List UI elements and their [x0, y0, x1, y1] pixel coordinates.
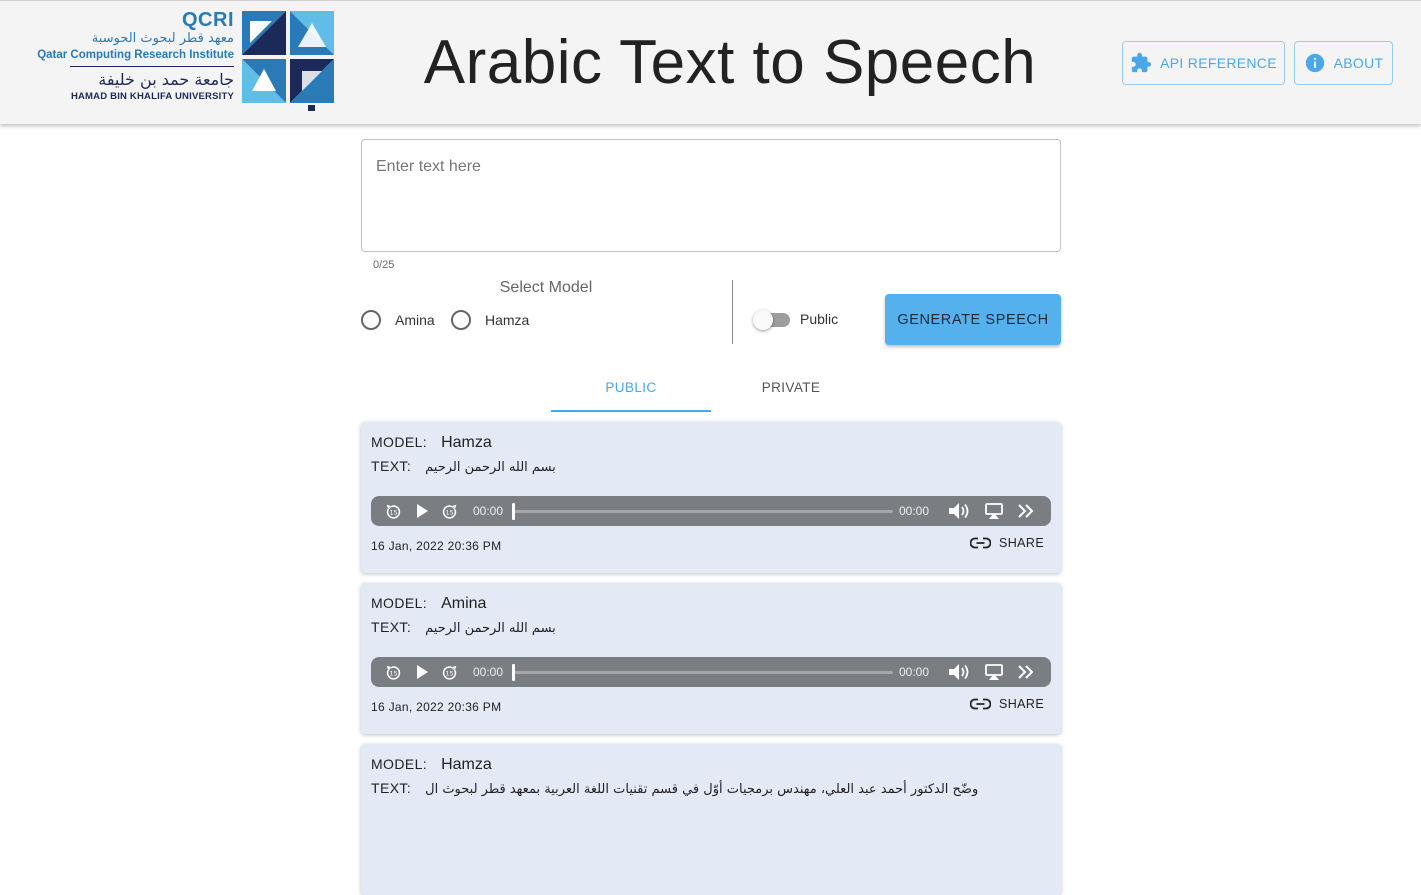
page-title: Arabic Text to Speech [423, 28, 1037, 97]
text-key: TEXT: [371, 458, 412, 474]
select-model-label: Select Model [499, 279, 593, 296]
logo-arabic-university: جامعة حمد بن خليفة [98, 70, 234, 89]
share-label: SHARE [999, 536, 1045, 550]
svg-text:15: 15 [445, 508, 453, 516]
model-option-label: Amina [395, 312, 435, 328]
airplay-icon[interactable] [985, 503, 1003, 519]
public-toggle[interactable] [753, 310, 790, 330]
api-reference-button[interactable]: API REFERENCE [1122, 41, 1285, 85]
share-button[interactable]: SHARE [970, 536, 1044, 550]
text-input-placeholder: Enter text here [376, 158, 481, 175]
share-button[interactable]: SHARE [970, 697, 1044, 711]
progress-rail[interactable] [513, 510, 893, 513]
tab-public[interactable]: PUBLIC [551, 368, 711, 412]
model-radio-hamza[interactable]: Hamza [451, 310, 529, 330]
app-header: QCRI معهد قطر لبحوث الحوسبة Qatar Comput… [0, 0, 1421, 124]
play-icon[interactable] [414, 503, 430, 519]
model-value: Amina [441, 595, 487, 612]
text-input[interactable]: Enter text here [361, 139, 1061, 252]
model-key: MODEL: [371, 756, 428, 772]
playback-speed-icon[interactable] [1017, 503, 1035, 519]
text-value: بسم الله الرحمن الرحيم [425, 460, 556, 475]
text-value: وضّح الدكتور أحمد عبد العلي، مهندس برمجي… [425, 782, 979, 797]
logo-divider [70, 66, 234, 67]
link-icon [970, 698, 991, 710]
current-time: 00:00 [473, 665, 504, 679]
text-key: TEXT: [371, 780, 412, 796]
text-key: TEXT: [371, 619, 412, 635]
info-icon [1305, 53, 1324, 73]
model-key: MODEL: [371, 595, 428, 611]
created-date: 16 Jan, 2022 20:36 PM [371, 700, 502, 714]
volume-icon[interactable] [948, 502, 972, 520]
logo-english-institute: Qatar Computing Research Institute [37, 49, 234, 61]
toggle-thumb[interactable] [753, 310, 773, 330]
skip-forward-15-icon[interactable]: 15 [441, 664, 458, 681]
audio-player[interactable]: 15 15 00:00 00:00 [371, 496, 1051, 526]
skip-forward-15-icon[interactable]: 15 [441, 503, 458, 520]
model-option-label: Hamza [485, 312, 530, 328]
api-reference-label: API REFERENCE [1160, 55, 1277, 71]
qcri-hbku-logo[interactable]: QCRI معهد قطر لبحوث الحوسبة Qatar Comput… [30, 9, 335, 113]
qcri-mark-icon [242, 11, 334, 111]
playback-speed-icon[interactable] [1017, 664, 1035, 680]
progress-handle[interactable] [512, 503, 515, 520]
speech-card: MODEL: Hamza TEXT: بسم الله الرحمن الرحي… [361, 422, 1061, 573]
volume-icon[interactable] [948, 663, 972, 681]
share-label: SHARE [999, 697, 1045, 711]
char-counter: 0/25 [373, 259, 395, 271]
progress-rail[interactable] [513, 671, 893, 674]
total-time: 00:00 [899, 504, 930, 518]
logo-text-block: QCRI معهد قطر لبحوث الحوسبة Qatar Comput… [30, 9, 234, 104]
logo-arabic-institute: معهد قطر لبحوث الحوسبة [91, 31, 234, 46]
skip-back-15-icon[interactable]: 15 [385, 503, 402, 520]
svg-text:15: 15 [389, 508, 397, 516]
logo-acronym: QCRI [182, 9, 234, 31]
form-divider [732, 280, 733, 344]
about-label: ABOUT [1333, 55, 1384, 71]
model-key: MODEL: [371, 434, 428, 450]
model-radio-amina[interactable]: Amina [361, 310, 435, 330]
tab-private[interactable]: PRIVATE [711, 368, 871, 412]
speech-card: MODEL: Amina TEXT: بسم الله الرحمن الرحي… [361, 583, 1061, 734]
text-value: بسم الله الرحمن الرحيم [425, 621, 556, 636]
radio-circle[interactable] [361, 310, 381, 330]
created-date: 16 Jan, 2022 20:36 PM [371, 539, 502, 553]
current-time: 00:00 [473, 504, 504, 518]
public-toggle-label: Public [800, 311, 839, 327]
total-time: 00:00 [899, 665, 930, 679]
generate-speech-button[interactable]: GENERATE SPEECH [885, 294, 1061, 345]
progress-handle[interactable] [512, 664, 515, 681]
radio-circle[interactable] [451, 310, 471, 330]
logo-english-university: HAMAD BIN KHALIFA UNIVERSITY [70, 91, 234, 102]
puzzle-icon [1131, 52, 1152, 73]
svg-text:15: 15 [445, 669, 453, 677]
play-icon[interactable] [414, 664, 430, 680]
about-button[interactable]: ABOUT [1294, 41, 1393, 85]
airplay-icon[interactable] [985, 664, 1003, 680]
audio-player[interactable]: 15 15 00:00 00:00 [371, 657, 1051, 687]
link-icon [970, 537, 991, 549]
skip-back-15-icon[interactable]: 15 [385, 664, 402, 681]
svg-text:15: 15 [389, 669, 397, 677]
model-value: Hamza [441, 756, 492, 773]
model-value: Hamza [441, 434, 492, 451]
speech-card: MODEL: Hamza TEXT: وضّح الدكتور أحمد عبد… [361, 744, 1061, 895]
